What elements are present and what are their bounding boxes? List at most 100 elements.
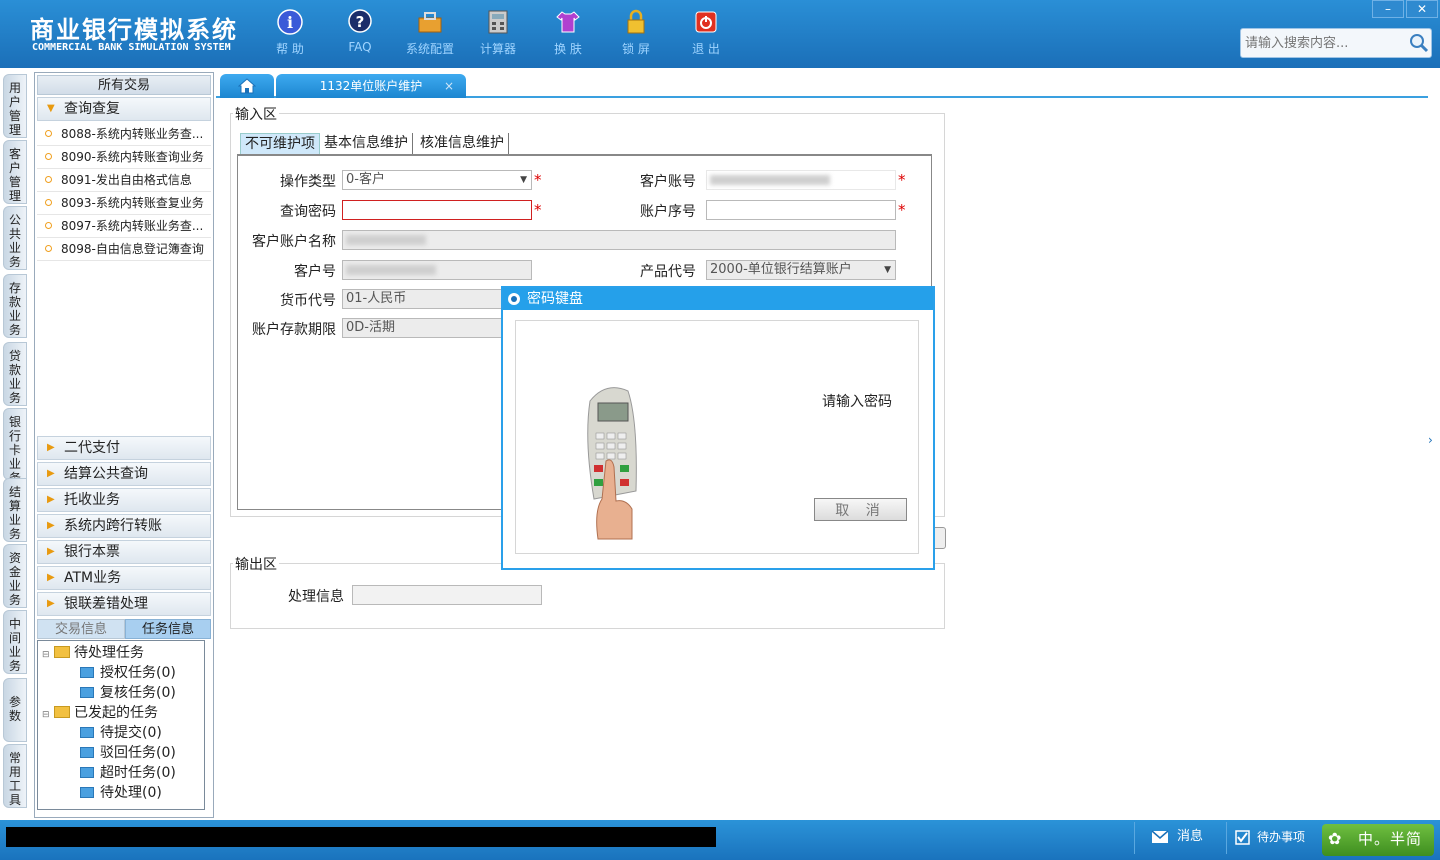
group-label: 系统内跨行转账	[64, 518, 162, 534]
module-loan[interactable]: 贷款业务	[3, 342, 27, 406]
module-user-mgmt[interactable]: 用户管理	[3, 74, 27, 138]
tab-trade-info[interactable]: 交易信息	[37, 619, 125, 639]
tab-task-info[interactable]: 任务信息	[125, 619, 211, 639]
list-item[interactable]: 8090-系统内转账查询业务	[37, 146, 211, 169]
exit-button[interactable]: 退 出	[674, 8, 738, 57]
tree-node-timeout[interactable]: 超时任务(0)	[80, 763, 176, 783]
search-icon[interactable]	[1409, 33, 1429, 53]
group-2nd-gen-payment[interactable]: ▶ 二代支付	[37, 436, 211, 460]
tab-home[interactable]	[220, 74, 274, 98]
tree-node-rejected[interactable]: 驳回任务(0)	[80, 743, 176, 763]
calculator-icon	[488, 10, 508, 34]
skin-button[interactable]: 换 肤	[536, 8, 600, 57]
todo-button[interactable]: 待办事项	[1226, 822, 1322, 854]
caret-right-icon: ▶	[47, 468, 55, 479]
acct-seq-label: 账户序号	[640, 204, 696, 220]
op-type-select[interactable]: 0-客户 ▼	[342, 170, 532, 190]
todo-label: 待办事项	[1257, 830, 1306, 844]
op-type-value: 0-客户	[346, 172, 385, 187]
redacted-value	[346, 264, 436, 275]
term-label: 账户存款期限	[252, 322, 336, 338]
lock-icon	[627, 9, 645, 34]
group-collection[interactable]: ▶ 托收业务	[37, 488, 211, 512]
search-input[interactable]	[1245, 33, 1405, 53]
tree-node-auth[interactable]: 授权任务(0)	[80, 663, 176, 683]
module-strip: 用户管理 客户管理 公共业务 存款业务 贷款业务 银行卡业务 结算业务 资金业务…	[0, 68, 32, 820]
module-funds[interactable]: 资金业务	[3, 544, 27, 608]
list-item-label: 8090-系统内转账查询业务	[61, 150, 204, 164]
module-deposit[interactable]: 存款业务	[3, 274, 27, 338]
tree-node-review[interactable]: 复核任务(0)	[80, 683, 176, 703]
required-mark: *	[534, 201, 542, 219]
toolbox-icon	[418, 12, 442, 33]
group-settlement-query[interactable]: ▶ 结算公共查询	[37, 462, 211, 486]
task-icon	[80, 727, 94, 738]
help-button[interactable]: i 帮 助	[258, 8, 322, 57]
bullet-icon	[45, 130, 52, 137]
group-bank-draft[interactable]: ▶ 银行本票	[37, 540, 211, 564]
lock-screen-button[interactable]: 锁 屏	[604, 8, 668, 57]
calculator-button[interactable]: 计算器	[466, 8, 530, 57]
bullet-icon	[45, 176, 52, 183]
minimize-button[interactable]: –	[1372, 0, 1404, 18]
collapse-right-icon[interactable]: ›	[1428, 420, 1440, 460]
module-intermediary[interactable]: 中间业务	[3, 610, 27, 674]
query-pwd-label: 查询密码	[280, 204, 336, 220]
process-info-input[interactable]	[352, 585, 542, 605]
group-interbank-transfer[interactable]: ▶ 系统内跨行转账	[37, 514, 211, 538]
list-item-label: 8088-系统内转账业务查...	[61, 127, 204, 141]
list-item[interactable]: 8088-系统内转账业务查...	[37, 123, 211, 146]
folder-icon	[54, 706, 70, 718]
group-atm[interactable]: ▶ ATM业务	[37, 566, 211, 590]
group-query-reply[interactable]: ▼ 查询查复	[37, 97, 211, 121]
folder-icon	[54, 646, 70, 658]
keyboard-icon	[508, 293, 520, 305]
list-item[interactable]: 8098-自由信息登记簿查询	[37, 238, 211, 261]
module-params[interactable]: 参数	[3, 678, 27, 742]
search-box	[1240, 28, 1432, 58]
process-info-label: 处理信息	[288, 589, 344, 605]
sidebar-header: 所有交易	[37, 75, 211, 95]
status-message-bar	[6, 827, 716, 847]
product-select[interactable]: 2000-单位银行结算账户 ▼	[706, 260, 896, 280]
tree-node-to-process[interactable]: 待处理(0)	[80, 783, 162, 803]
module-settlement[interactable]: 结算业务	[3, 478, 27, 542]
list-item[interactable]: 8097-系统内转账业务查...	[37, 215, 211, 238]
required-mark: *	[534, 171, 542, 189]
faq-button[interactable]: ? FAQ	[328, 8, 392, 54]
list-item[interactable]: 8093-系统内转账查复业务	[37, 192, 211, 215]
required-mark: *	[898, 201, 906, 219]
module-public[interactable]: 公共业务	[3, 206, 27, 270]
group-unionpay-error[interactable]: ▶ 银联差错处理	[37, 592, 211, 616]
acct-name-input[interactable]	[342, 230, 896, 250]
help-label: 帮 助	[276, 42, 304, 56]
mail-icon	[1151, 830, 1169, 843]
tab-approval-info[interactable]: 核准信息维护	[416, 133, 509, 155]
tab-account-maintenance[interactable]: 1132单位账户维护 ×	[276, 74, 466, 98]
tab-close-icon[interactable]: ×	[444, 74, 454, 98]
tree-node-pending[interactable]: ⊟ 待处理任务	[42, 643, 144, 663]
query-pwd-input[interactable]	[342, 200, 532, 220]
sys-config-button[interactable]: 系统配置	[398, 8, 462, 57]
cancel-button[interactable]: 取 消	[814, 498, 907, 521]
acct-seq-input[interactable]	[706, 200, 896, 220]
bullet-icon	[45, 222, 52, 229]
module-customer-mgmt[interactable]: 客户管理	[3, 140, 27, 204]
list-item[interactable]: 8091-发出自由格式信息	[37, 169, 211, 192]
acct-no-input[interactable]	[706, 170, 896, 190]
tree-node-to-submit[interactable]: 待提交(0)	[80, 723, 162, 743]
tab-basic-info[interactable]: 基本信息维护	[320, 133, 413, 155]
dialog-title: 密码键盘	[527, 291, 583, 307]
tab-non-maintainable[interactable]: 不可维护项	[240, 133, 320, 155]
tree-node-initiated[interactable]: ⊟ 已发起的任务	[42, 703, 158, 723]
message-button[interactable]: 消息	[1134, 822, 1226, 854]
task-icon	[80, 767, 94, 778]
dialog-title-bar[interactable]: 密码键盘	[503, 288, 933, 310]
cust-no-input[interactable]	[342, 260, 532, 280]
close-window-button[interactable]: ✕	[1406, 0, 1438, 18]
module-tools[interactable]: 常用工具	[3, 744, 27, 808]
module-bank-card[interactable]: 银行卡业务	[3, 408, 27, 485]
caret-right-icon: ▶	[47, 572, 55, 583]
power-icon	[695, 11, 717, 33]
ime-indicator[interactable]: ✿ 中。半简	[1322, 824, 1434, 856]
